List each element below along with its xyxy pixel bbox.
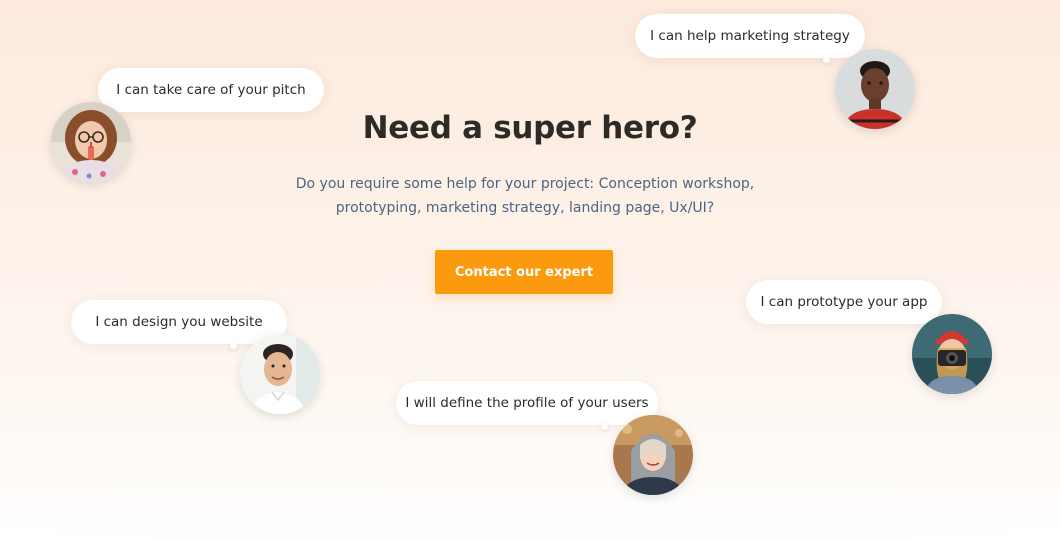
bubble-tail <box>230 342 237 349</box>
expert-avatar-marketing[interactable] <box>835 49 915 129</box>
hero-section: Need a super hero? Do you require some h… <box>0 0 1060 541</box>
bubble-text: I can prototype your app <box>760 294 928 310</box>
expert-avatar-users[interactable] <box>613 415 693 495</box>
man-red-shirt-avatar-icon <box>835 49 915 129</box>
contact-expert-button[interactable]: Contact our expert <box>435 250 613 294</box>
speech-bubble-website: I can design you website <box>71 300 287 344</box>
expert-avatar-prototype[interactable] <box>912 314 992 394</box>
bubble-text: I can design you website <box>95 314 263 330</box>
woman-glasses-avatar-icon <box>51 102 131 182</box>
man-white-shirt-avatar-icon <box>240 334 320 414</box>
expert-avatar-pitch[interactable] <box>51 102 131 182</box>
woman-camera-avatar-icon <box>912 314 992 394</box>
bubble-tail <box>823 56 830 63</box>
bubble-tail <box>601 423 608 430</box>
woman-hood-avatar-icon <box>613 415 693 495</box>
speech-bubble-marketing: I can help marketing strategy <box>635 14 865 58</box>
page-subtitle: Do you require some help for your projec… <box>295 176 755 216</box>
speech-bubble-users: I will define the profile of your users <box>396 381 658 425</box>
speech-bubble-pitch: I can take care of your pitch <box>98 68 324 112</box>
bubble-text: I will define the profile of your users <box>405 395 649 411</box>
expert-avatar-website[interactable] <box>240 334 320 414</box>
bubble-text: I can take care of your pitch <box>116 82 306 98</box>
speech-bubble-prototype: I can prototype your app <box>746 280 942 324</box>
bubble-text: I can help marketing strategy <box>650 28 850 44</box>
